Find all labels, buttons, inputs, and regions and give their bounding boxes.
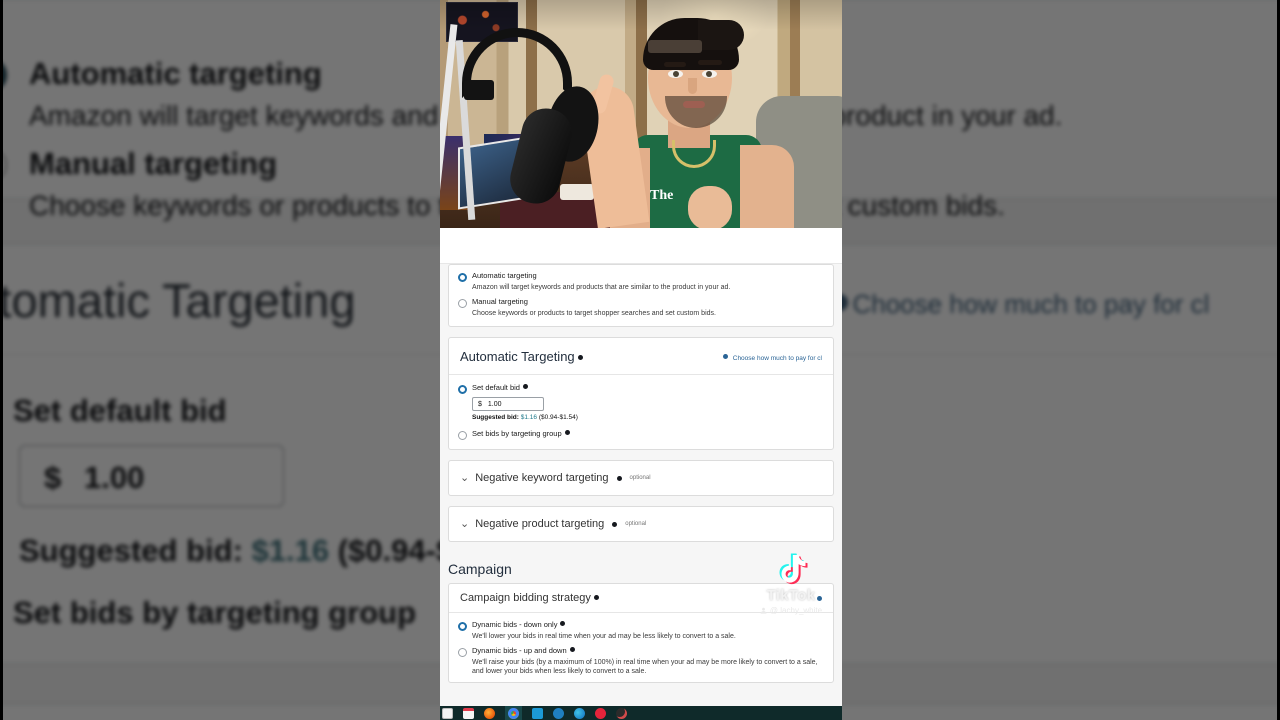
label-manual-targeting: Manual targeting bbox=[472, 297, 528, 307]
info-icon-bidding-strategy-right[interactable] bbox=[817, 595, 822, 601]
info-icon-set-bids-by-group[interactable] bbox=[564, 430, 570, 436]
label-automatic-targeting: Automatic targeting bbox=[472, 271, 537, 280]
white-gap-strip bbox=[440, 228, 842, 264]
amazon-ads-page: Automatic targeting Amazon will target k… bbox=[440, 264, 842, 706]
automatic-targeting-title: Automatic Targeting bbox=[460, 349, 583, 364]
negative-product-card[interactable]: ⌄ Negative product targeting optional bbox=[448, 506, 834, 543]
negative-keyword-card[interactable]: ⌄ Negative keyword targeting optional bbox=[448, 460, 834, 497]
suggested-bid-text: Suggested bid: $1.16 ($0.94-$1.54) bbox=[472, 414, 578, 422]
desc-dynamic-bids-up-and-down: We'll raise your bids (by a maximum of 1… bbox=[472, 659, 818, 676]
negative-keyword-title: Negative keyword targeting bbox=[475, 472, 609, 485]
internet-explorer-icon[interactable] bbox=[553, 707, 564, 719]
bid-amount-value: 1.00 bbox=[487, 400, 502, 408]
store-icon[interactable] bbox=[463, 707, 474, 719]
default-bid-input[interactable]: $ 1.00 bbox=[472, 397, 544, 412]
campaign-bidding-strategy-card: Campaign bidding strategy Dynamic bids -… bbox=[448, 583, 834, 684]
info-icon-bidding-strategy[interactable] bbox=[593, 595, 599, 601]
radio-automatic-targeting[interactable] bbox=[458, 273, 467, 282]
radio-set-bids-by-group[interactable] bbox=[458, 431, 467, 441]
info-icon-up-and-down[interactable] bbox=[569, 647, 575, 653]
option-dynamic-bids-up-and-down[interactable]: Dynamic bids - up and down bbox=[458, 646, 824, 658]
info-icon-negative-product[interactable] bbox=[612, 521, 618, 527]
webcam-frame: The bbox=[440, 0, 842, 228]
option-manual-targeting[interactable]: Manual targeting bbox=[458, 297, 824, 309]
edge-icon[interactable] bbox=[574, 707, 585, 719]
negative-keyword-optional: optional bbox=[629, 475, 651, 482]
desc-automatic-targeting: Amazon will target keywords and products… bbox=[472, 284, 731, 291]
opera-icon[interactable] bbox=[595, 707, 606, 719]
chevron-down-icon-negative-keyword[interactable]: ⌄ bbox=[460, 472, 469, 484]
info-icon-automatic-targeting[interactable] bbox=[577, 354, 583, 360]
firefox-icon[interactable] bbox=[484, 707, 495, 719]
calculator-icon[interactable] bbox=[442, 707, 453, 719]
label-set-default-bid: Set default bid bbox=[472, 383, 528, 392]
chevron-down-icon-negative-product[interactable]: ⌄ bbox=[460, 518, 469, 530]
negative-product-title: Negative product targeting bbox=[475, 518, 605, 531]
option-set-default-bid[interactable]: Set default bid bbox=[458, 383, 824, 395]
info-icon-pay-link bbox=[723, 354, 729, 360]
radio-set-default-bid[interactable] bbox=[458, 385, 467, 395]
campaign-heading: Campaign bbox=[448, 561, 512, 578]
bidding-strategy-title: Campaign bidding strategy bbox=[460, 592, 599, 604]
label-set-bids-by-group: Set bids by targeting group bbox=[472, 429, 570, 438]
windows-taskbar[interactable] bbox=[440, 706, 842, 720]
media-player-icon[interactable] bbox=[616, 707, 627, 719]
chrome-icon[interactable] bbox=[508, 707, 519, 719]
screen: Automatic targeting Amazon will target k… bbox=[0, 0, 1280, 720]
radio-manual-targeting[interactable] bbox=[458, 299, 467, 309]
desc-manual-targeting: Choose keywords or products to target sh… bbox=[472, 310, 716, 318]
pay-for-clicks-link[interactable]: Choose how much to pay for cl bbox=[720, 347, 822, 365]
option-set-bids-by-group[interactable]: Set bids by targeting group bbox=[458, 429, 824, 441]
label-dynamic-bids-up-and-down: Dynamic bids - up and down bbox=[472, 646, 575, 655]
desc-dynamic-bids-down-only: We'll lower your bids in real time when … bbox=[472, 633, 736, 641]
option-dynamic-bids-down-only[interactable]: Dynamic bids - down only bbox=[458, 620, 824, 632]
radio-dynamic-bids-down-only[interactable] bbox=[458, 622, 467, 632]
automatic-targeting-card: Automatic Targeting Choose how much to p… bbox=[448, 337, 834, 451]
info-icon-set-default-bid[interactable] bbox=[522, 384, 528, 390]
mail-icon[interactable] bbox=[532, 707, 543, 719]
negative-product-optional: optional bbox=[625, 521, 647, 528]
info-icon-down-only[interactable] bbox=[560, 621, 566, 627]
chrome-taskbar-item[interactable] bbox=[505, 706, 522, 720]
label-dynamic-bids-down-only: Dynamic bids - down only bbox=[472, 620, 566, 629]
tiktok-video-column: The Automatic targeting Amazon will targ… bbox=[440, 0, 842, 706]
info-icon-negative-keyword[interactable] bbox=[616, 475, 622, 481]
bid-currency-symbol: $ bbox=[478, 400, 482, 408]
backwards-cap bbox=[698, 20, 744, 50]
option-automatic-targeting[interactable]: Automatic targeting bbox=[458, 271, 824, 282]
targeting-card: Automatic targeting Amazon will target k… bbox=[448, 264, 834, 328]
radio-dynamic-bids-up-and-down[interactable] bbox=[458, 648, 467, 658]
